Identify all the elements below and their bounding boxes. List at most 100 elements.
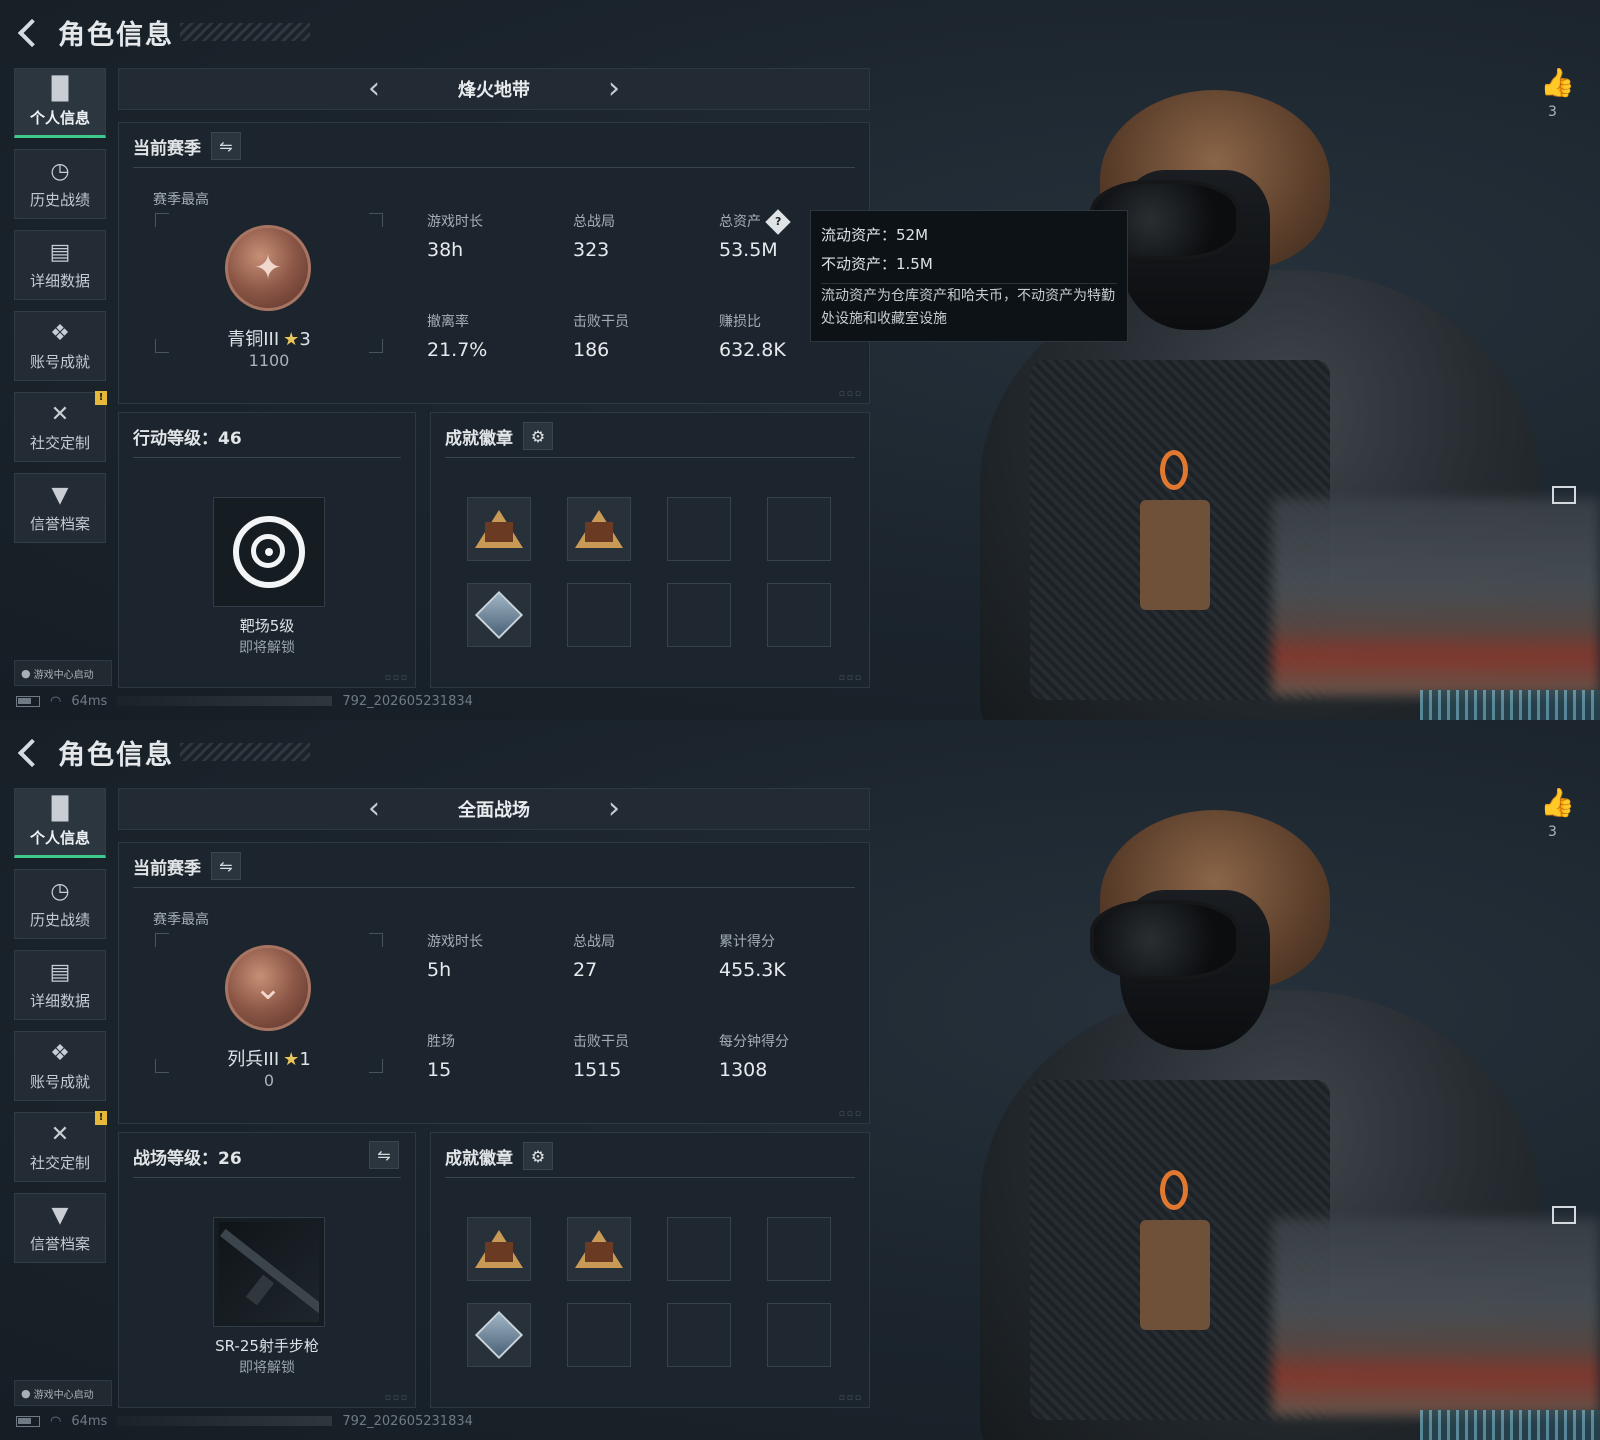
- swap-icon[interactable]: ⇋: [211, 132, 241, 160]
- battery-icon: [16, 695, 40, 707]
- mode-selector: ‹ 烽火地带 ›: [118, 68, 870, 110]
- level-title: 行动等级：46: [133, 428, 242, 449]
- share-icon[interactable]: [1552, 486, 1576, 504]
- rank-name: 青铜III ★3: [227, 329, 311, 350]
- badge-slot-empty[interactable]: [567, 1303, 631, 1367]
- badge-slot[interactable]: [467, 1217, 531, 1281]
- sidebar-item-history[interactable]: ◷ 历史战绩: [14, 869, 106, 939]
- badge-slot-empty[interactable]: [767, 583, 831, 647]
- back-arrow-icon[interactable]: [14, 17, 44, 47]
- divider: [445, 457, 855, 458]
- rank-box: ⌄ 列兵III ★1 0: [155, 933, 383, 1090]
- level-reward-slot[interactable]: [213, 1217, 325, 1327]
- level-title: 战场等级：26: [133, 1148, 242, 1169]
- sidebar-item-personal-info[interactable]: ▐▌ 个人信息: [14, 788, 106, 858]
- badge-slot-empty[interactable]: [767, 1217, 831, 1281]
- badge-slot-empty[interactable]: [667, 497, 731, 561]
- badge-slot-empty[interactable]: [767, 1303, 831, 1367]
- folder-icon: ▤: [49, 239, 71, 265]
- wifi-icon: ◠: [50, 1413, 62, 1429]
- level-reward-name: SR-25射手步枪: [215, 1337, 319, 1355]
- sidebar-item-achievements[interactable]: ❖ 账号成就: [14, 1031, 106, 1101]
- season-title: 当前赛季: [133, 858, 201, 879]
- badge-slot[interactable]: [467, 583, 531, 647]
- shield-icon: ▼: [51, 482, 69, 508]
- sidebar: ▐▌ 个人信息 ◷ 历史战绩 ▤ 详细数据 ❖ 账号成就 ! ✕ 社交定制 ▼ …: [14, 68, 107, 554]
- bar-chart-icon: ▐▌: [43, 796, 77, 822]
- stat-profit-ratio: 赚损比 632.8K: [719, 314, 786, 361]
- season-title: 当前赛季: [133, 138, 201, 159]
- rank-box: ✦ 青铜III ★3 1100: [155, 213, 383, 370]
- sidebar-item-credit-record[interactable]: ▼ 信誉档案: [14, 473, 106, 543]
- thumbs-up-icon[interactable]: 👍: [1540, 786, 1575, 819]
- mode-selector: ‹ 全面战场 ›: [118, 788, 870, 830]
- blurred-region: [1272, 498, 1600, 696]
- rank-emblem-icon: ✦: [225, 225, 311, 311]
- card-dots: ▫▫▫: [838, 673, 863, 683]
- night-vision-goggles: [1090, 900, 1240, 980]
- sidebar-item-credit-record[interactable]: ▼ 信誉档案: [14, 1193, 106, 1263]
- badge-slot[interactable]: [567, 1217, 631, 1281]
- stat-extract-rate: 撤离率 21.7%: [427, 314, 488, 361]
- sidebar-item-history[interactable]: ◷ 历史战绩: [14, 149, 106, 219]
- divider: [133, 887, 855, 888]
- badge-title: 成就徽章: [445, 428, 513, 449]
- floor-light: [1420, 1410, 1600, 1440]
- clock-icon: ◷: [50, 158, 70, 184]
- rank-name: 列兵III ★1: [227, 1049, 311, 1070]
- card-dots: ▫▫▫: [384, 673, 409, 683]
- stat-total-score: 累计得分 455.3K: [719, 934, 786, 981]
- divider: [133, 167, 855, 168]
- badge-slot-empty[interactable]: [667, 583, 731, 647]
- sidebar-item-social-custom[interactable]: ! ✕ 社交定制: [14, 391, 107, 462]
- sidebar-item-detailed-data[interactable]: ▤ 详细数据: [14, 230, 106, 300]
- level-reward-slot[interactable]: [213, 497, 325, 607]
- badge-triangle-icon: [575, 510, 623, 548]
- star-icon: ★: [283, 1049, 300, 1070]
- sidebar-item-social-custom[interactable]: ! ✕ 社交定制: [14, 1111, 107, 1182]
- stat-play-time: 游戏时长 5h: [427, 934, 483, 981]
- badge-slot-empty[interactable]: [667, 1217, 731, 1281]
- role-info-screen-1: 角色信息 ▐▌ 个人信息 ◷ 历史战绩 ▤ 详细数据 ❖ 账号成就 ! ✕ 社交…: [0, 0, 1600, 720]
- sidebar-item-personal-info[interactable]: ▐▌ 个人信息: [14, 68, 106, 138]
- swap-icon[interactable]: ⇋: [369, 1141, 399, 1169]
- badge-slot-empty[interactable]: [767, 497, 831, 561]
- status-bar-fill: [117, 1416, 333, 1426]
- swap-icon[interactable]: ⇋: [211, 852, 241, 880]
- tooltip-liquid-assets: 流动资产：52M: [821, 226, 929, 244]
- folder-icon: ▤: [49, 959, 71, 985]
- share-icon[interactable]: [1552, 1206, 1576, 1224]
- target-icon: [233, 516, 305, 588]
- badge-slot-empty[interactable]: [567, 583, 631, 647]
- bell-icon: ●: [21, 1386, 31, 1400]
- gear-icon[interactable]: ⚙: [523, 422, 553, 450]
- thumbs-up-icon[interactable]: 👍: [1540, 66, 1575, 99]
- medal-icon: ❖: [50, 1040, 70, 1066]
- ping-text: 64ms: [71, 693, 108, 709]
- chevron-left-icon[interactable]: ‹: [354, 791, 394, 827]
- divider: [133, 457, 401, 458]
- bell-icon: ●: [21, 666, 31, 680]
- game-center-button[interactable]: ● 游戏中心启动: [14, 660, 112, 686]
- chevron-right-icon[interactable]: ›: [594, 71, 634, 107]
- help-icon[interactable]: ?: [765, 209, 791, 235]
- badge-triangle-icon: [475, 510, 523, 548]
- stat-score-per-minute: 每分钟得分 1308: [719, 1034, 789, 1081]
- badge-slot[interactable]: [467, 1303, 531, 1367]
- game-center-button[interactable]: ● 游戏中心启动: [14, 1380, 112, 1406]
- sidebar-item-achievements[interactable]: ❖ 账号成就: [14, 311, 106, 381]
- gear-icon[interactable]: ⚙: [523, 1142, 553, 1170]
- sidebar-item-detailed-data[interactable]: ▤ 详细数据: [14, 950, 106, 1020]
- badge-slot[interactable]: [467, 497, 531, 561]
- chevron-right-icon[interactable]: ›: [594, 791, 634, 827]
- tooltip-fixed-assets: 不动资产：1.5M: [821, 255, 933, 273]
- badge-card: 成就徽章 ⚙ ▫▫▫: [430, 1132, 870, 1408]
- level-card: 行动等级：46 靶场5级 即将解锁 ▫▫▫: [118, 412, 416, 688]
- back-arrow-icon[interactable]: [14, 737, 44, 767]
- card-dots: ▫▫▫: [838, 1393, 863, 1403]
- chevron-left-icon[interactable]: ‹: [354, 71, 394, 107]
- level-reward-name: 靶场5级: [239, 617, 295, 635]
- badge-slot-empty[interactable]: [667, 1303, 731, 1367]
- badge-slot[interactable]: [567, 497, 631, 561]
- star-icon: ★: [283, 329, 300, 350]
